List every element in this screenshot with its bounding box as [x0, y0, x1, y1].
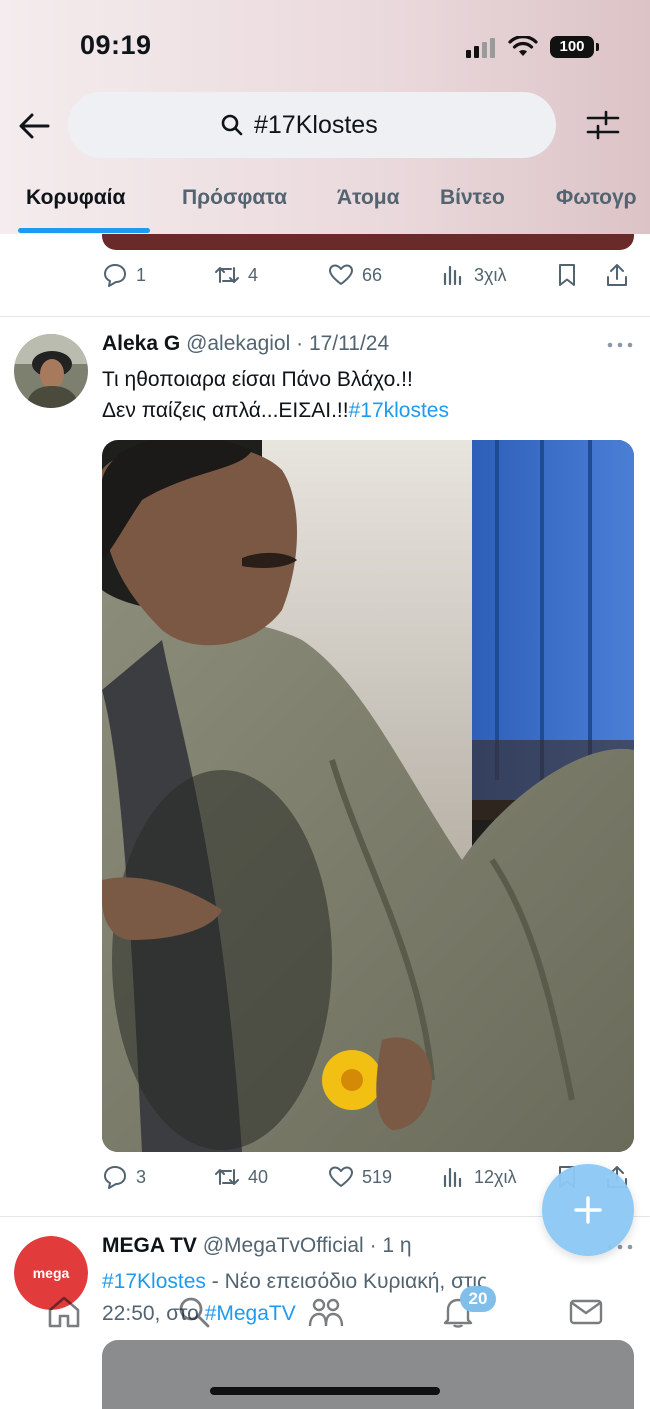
tweet-author: MEGA TV @MegaTvOfficial · 1 η — [102, 1234, 412, 1258]
tweet-text: Τι ηθοποιαρα είσαι Πάνο Βλάχο.!! Δεν παί… — [102, 364, 632, 426]
home-icon[interactable] — [46, 1294, 82, 1330]
reply-icon — [104, 1166, 126, 1189]
tab-top[interactable]: Κορυφαία — [26, 186, 125, 210]
share-button[interactable] — [604, 262, 630, 288]
tweet-divider — [0, 316, 650, 317]
active-tab-indicator — [18, 228, 150, 233]
messages-mail-icon[interactable] — [568, 1294, 604, 1330]
views-chart-icon — [443, 265, 462, 286]
like-count: 66 — [362, 264, 383, 285]
tab-latest[interactable]: Πρόσφατα — [182, 186, 287, 210]
tweet-photo[interactable] — [102, 440, 634, 1152]
like-count: 519 — [362, 1166, 393, 1187]
search-bar[interactable] — [68, 92, 556, 158]
author-name[interactable]: Aleka G — [102, 332, 180, 355]
reply-icon — [104, 264, 126, 287]
tweet-author: Aleka G @alekagiol · 17/11/24 — [102, 332, 389, 356]
wifi-icon — [508, 36, 538, 56]
tab-videos[interactable]: Βίντεο — [440, 186, 505, 210]
tab-photos[interactable]: Φωτογρ — [556, 186, 637, 210]
compose-button[interactable] — [542, 1164, 634, 1256]
tab-people[interactable]: Άτομα — [337, 186, 400, 210]
author-handle[interactable]: @MegaTvOfficial — [203, 1234, 364, 1257]
heart-icon — [329, 264, 353, 285]
reply-count: 1 — [136, 264, 147, 285]
previous-tweet-actions: 1 4 66 3χιλ — [102, 262, 634, 296]
reply-count: 3 — [136, 1166, 147, 1187]
search-tabs: Κορυφαία Πρόσφατα Άτομα Βίντεο Φωτογρ — [0, 176, 650, 234]
repost-count: 40 — [248, 1166, 269, 1187]
repost-icon — [215, 267, 239, 283]
battery-icon: 100 — [550, 36, 599, 58]
status-bar: 09:19 100 — [0, 0, 650, 90]
tweet-date: · 1 η — [369, 1234, 412, 1257]
status-time: 09:19 — [80, 30, 152, 60]
plus-icon — [574, 1196, 602, 1224]
like-button[interactable]: 519 — [328, 1164, 392, 1190]
views-count: 12χιλ — [474, 1166, 517, 1187]
reply-button[interactable]: 1 — [102, 262, 146, 288]
tweet-text-line: Τι ηθοποιαρα είσαι Πάνο Βλάχο.!! — [102, 368, 413, 391]
notifications-badge: 20 — [460, 1286, 496, 1312]
views-chart-icon — [443, 1167, 462, 1188]
filter-settings-icon[interactable] — [586, 108, 620, 142]
views-button[interactable]: 12χιλ — [440, 1164, 516, 1190]
communities-icon[interactable] — [308, 1294, 344, 1330]
search-icon[interactable] — [176, 1294, 212, 1330]
bookmark-icon — [559, 264, 575, 286]
bottom-navigation — [0, 1284, 650, 1344]
hashtag-link[interactable]: #17klostes — [349, 399, 449, 422]
search-input[interactable] — [254, 110, 404, 140]
cellular-signal-icon — [466, 38, 495, 58]
search-icon — [221, 114, 243, 136]
reply-button[interactable]: 3 — [102, 1164, 146, 1190]
repost-button[interactable]: 4 — [214, 262, 258, 288]
like-button[interactable]: 66 — [328, 262, 382, 288]
views-count: 3χιλ — [474, 264, 507, 285]
author-handle[interactable]: @alekagiol — [186, 332, 290, 355]
avatar[interactable] — [14, 334, 88, 408]
tweet-text-line: Δεν παίζεις απλά...ΕΙΣΑΙ.!! — [102, 399, 349, 422]
views-button[interactable]: 3χιλ — [440, 262, 506, 288]
more-options-icon[interactable] — [606, 340, 634, 350]
mega-logo-text: mega — [33, 1265, 70, 1281]
share-icon — [607, 264, 627, 286]
tweet-photo[interactable] — [102, 1340, 634, 1409]
tweet-date: · 17/11/24 — [296, 332, 390, 355]
previous-tweet-media[interactable] — [102, 234, 634, 250]
heart-icon — [329, 1166, 353, 1187]
bookmark-button[interactable] — [554, 262, 580, 288]
repost-button[interactable]: 40 — [214, 1164, 268, 1190]
home-indicator — [210, 1387, 440, 1395]
back-arrow-icon[interactable] — [16, 108, 52, 144]
author-name[interactable]: MEGA TV — [102, 1234, 197, 1257]
repost-icon — [215, 1169, 239, 1185]
repost-count: 4 — [248, 264, 259, 285]
